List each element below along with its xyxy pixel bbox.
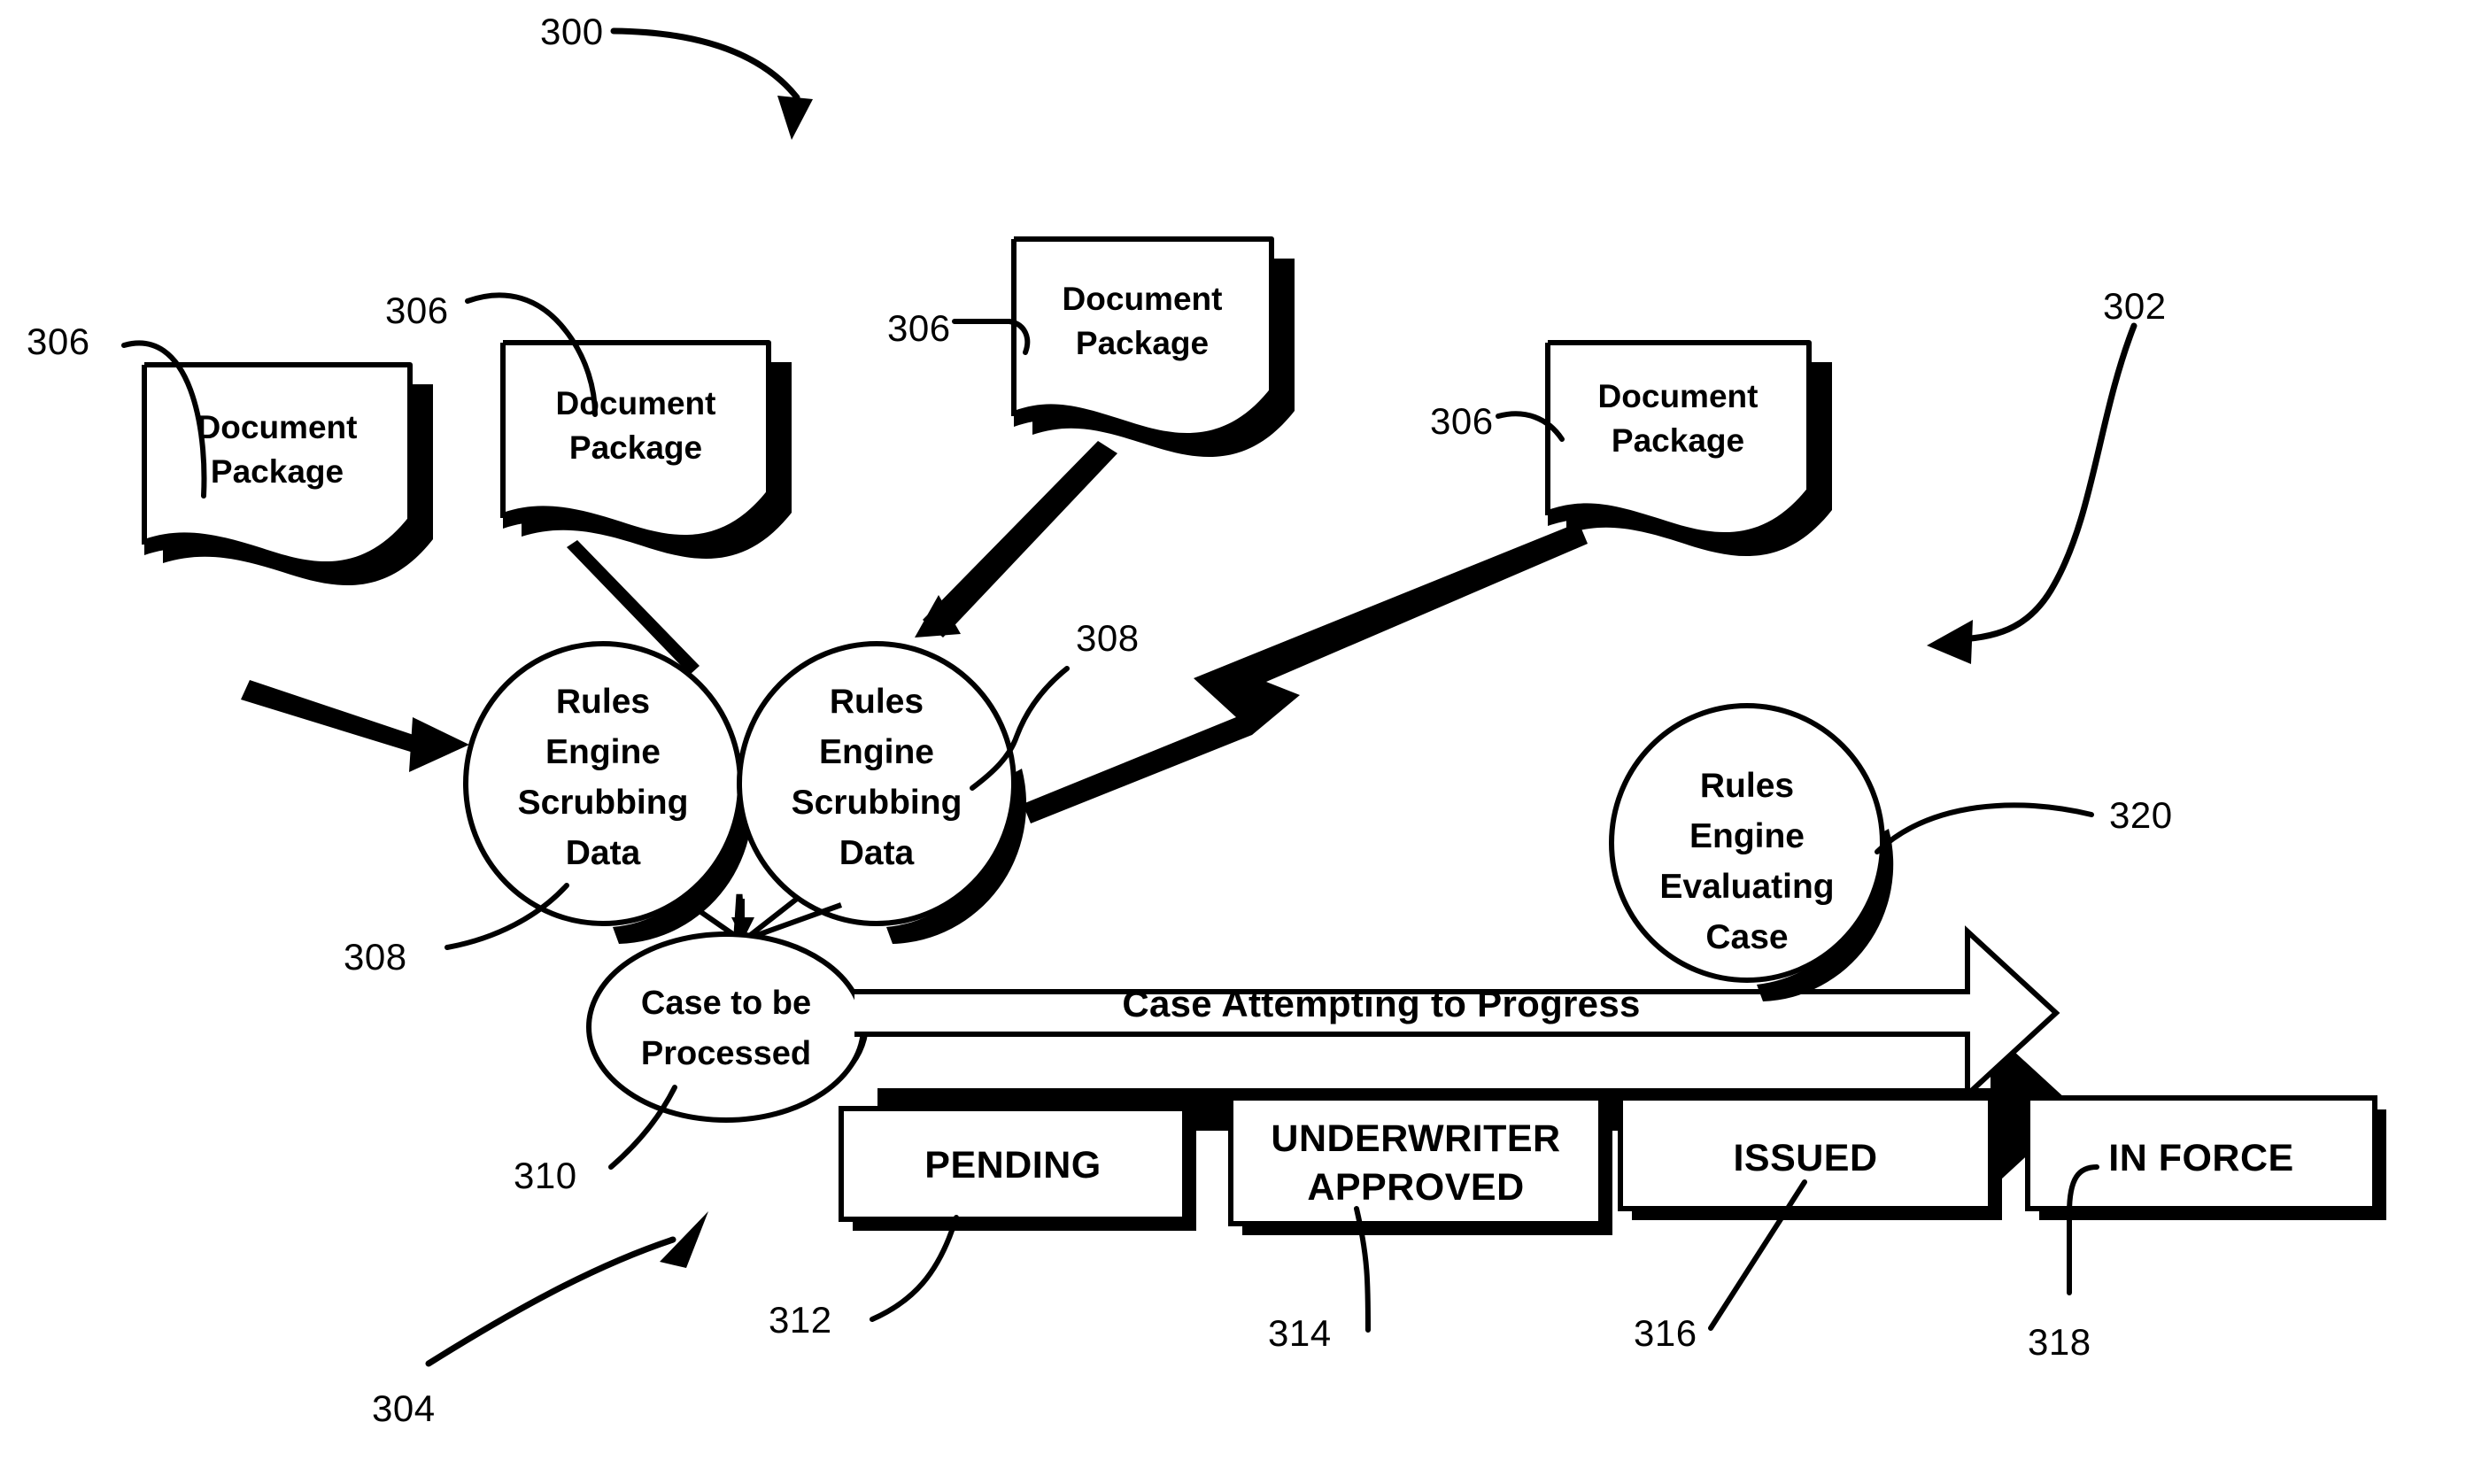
state-box-in-force[interactable]: IN FORCE [2025, 1095, 2386, 1220]
ref-label-306-a: 306 [27, 321, 90, 362]
ref-label-308-b: 308 [1076, 617, 1140, 659]
rules-engine-evaluating-case[interactable]: Rules Engine Evaluating Case [1609, 703, 1894, 1001]
evaluate-line4: Case [1705, 918, 1788, 956]
document-package-1-line1: Document [197, 409, 358, 445]
state-box-underwriter-approved[interactable]: UNDERWRITER APPROVED [1228, 1095, 1612, 1235]
evaluate-line2: Engine [1689, 817, 1805, 855]
connector-doc4-to-scrub2-zigzag [1023, 522, 1588, 823]
rules-engine-scrubbing-2[interactable]: Rules Engine Scrubbing Data [737, 641, 1027, 944]
evaluate-line1: Rules [1700, 767, 1794, 805]
case-node-line1: Case to be [641, 985, 811, 1022]
scrub1-line4: Data [566, 834, 641, 872]
state-box-pending[interactable]: PENDING [839, 1106, 1196, 1231]
ref-320-group: 320 [1875, 794, 2173, 854]
ref-label-310: 310 [514, 1155, 577, 1196]
document-package-3-line1: Document [1063, 281, 1223, 317]
ref-label-320: 320 [2109, 794, 2173, 836]
progress-arrow-label: Case Attempting to Progress [1122, 983, 1640, 1024]
ref-label-306-b: 306 [385, 290, 449, 331]
ref-label-308-a: 308 [344, 936, 407, 978]
document-package-4-line2: Package [1612, 422, 1744, 459]
connector-doc3-to-scrub2 [915, 441, 1117, 638]
ref-label-314: 314 [1268, 1312, 1332, 1354]
lead-line-304 [425, 1211, 708, 1367]
ref-label-304: 304 [372, 1387, 436, 1429]
document-package-3[interactable]: Document Package [1011, 236, 1295, 458]
document-package-4[interactable]: Document Package [1545, 340, 1832, 557]
ref-label-316: 316 [1634, 1312, 1697, 1354]
figure-canvas: Document Package 306 Document Package 30… [27, 11, 2386, 1429]
state-box-issued[interactable]: ISSUED [1618, 1095, 2002, 1220]
scrub2-line1: Rules [830, 683, 924, 721]
lead-line-300 [610, 27, 813, 140]
scrub2-line4: Data [839, 834, 915, 872]
document-package-2-line2: Package [569, 429, 702, 466]
state-box-underwriter-approved-line1: UNDERWRITER [1271, 1117, 1560, 1160]
document-package-1[interactable]: Document Package [142, 362, 433, 586]
state-box-underwriter-approved-line2: APPROVED [1307, 1166, 1524, 1209]
ref-label-306-c: 306 [887, 307, 951, 349]
ref-312-group: 312 [769, 1215, 959, 1341]
document-package-4-line1: Document [1598, 378, 1759, 414]
scrub1-line2: Engine [545, 733, 661, 771]
document-package-1-line2: Package [211, 453, 344, 490]
patent-figure: Document Package 306 Document Package 30… [0, 0, 2466, 1484]
document-package-2-line1: Document [556, 385, 716, 421]
connector-doc1-to-scrub1 [241, 680, 469, 772]
evaluate-line3: Evaluating [1659, 868, 1834, 906]
case-to-be-processed-node[interactable]: Case to be Processed [586, 931, 869, 1123]
state-box-in-force-label: IN FORCE [2108, 1137, 2293, 1179]
ref-306-d-group: 306 [1430, 400, 1565, 442]
ref-label-302: 302 [2103, 285, 2167, 327]
scrub2-line2: Engine [819, 733, 934, 771]
ref-label-318: 318 [2028, 1321, 2091, 1363]
scrub1-line3: Scrubbing [518, 784, 689, 822]
scrub2-line3: Scrubbing [792, 784, 962, 822]
rules-engine-scrubbing-1[interactable]: Rules Engine Scrubbing Data [463, 641, 754, 944]
document-package-3-line2: Package [1076, 325, 1209, 361]
ref-306-c-group: 306 [887, 307, 1031, 355]
lead-line-302 [1927, 322, 2137, 664]
state-box-issued-label: ISSUED [1733, 1137, 1877, 1179]
document-package-2[interactable]: Document Package [500, 340, 792, 560]
case-node-line2: Processed [641, 1035, 811, 1072]
ref-label-300: 300 [540, 11, 604, 52]
ref-label-306-d: 306 [1430, 400, 1494, 442]
state-box-pending-label: PENDING [924, 1144, 1101, 1186]
ref-label-312: 312 [769, 1299, 832, 1341]
scrub1-line1: Rules [556, 683, 650, 721]
